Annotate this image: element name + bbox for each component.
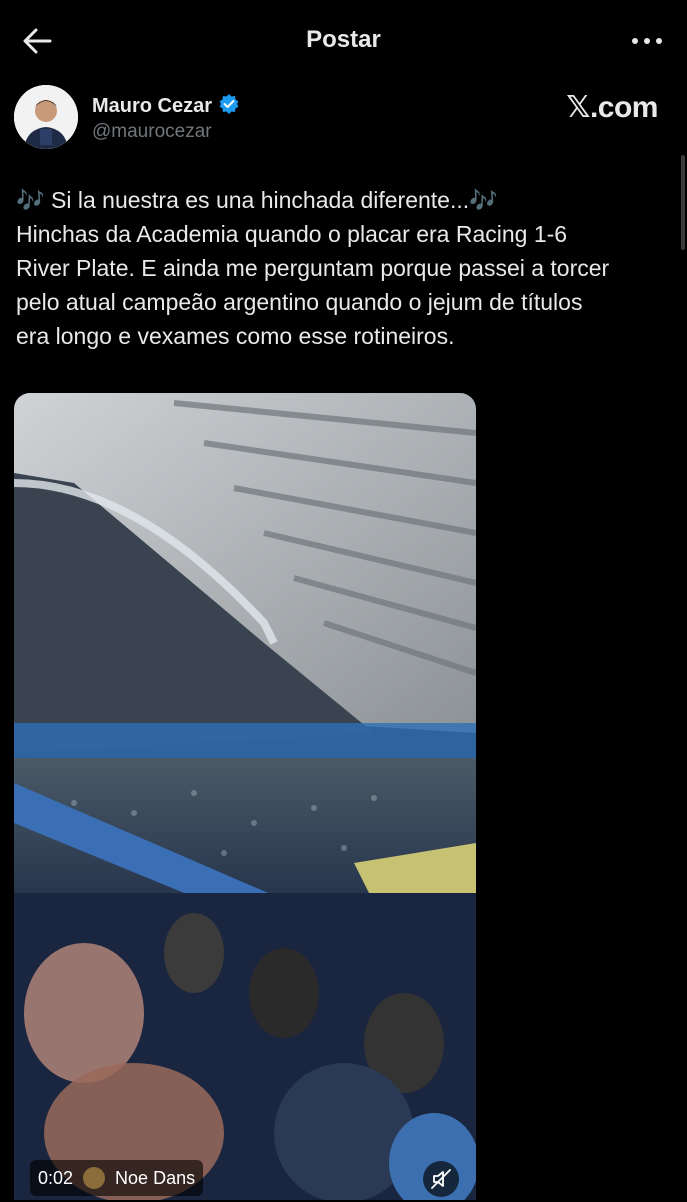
video-time: 0:02 — [38, 1167, 74, 1188]
author-name[interactable]: Mauro Cezar — [92, 95, 212, 118]
post-text: 🎶 Si la nuestra es una hinchada diferent… — [16, 183, 666, 353]
top-bar: Postar — [0, 0, 687, 80]
post-line: Hinchas da Academia quando o placar era … — [16, 221, 568, 247]
verified-badge-icon — [218, 93, 240, 120]
post-line: River Plate. E ainda me perguntam porque… — [16, 255, 610, 281]
author-name-row: Mauro Cezar — [92, 93, 240, 120]
post-line: 🎶 Si la nuestra es una hinchada diferent… — [16, 187, 498, 213]
stadium-crowd-video-frame — [14, 393, 476, 1200]
x-com-logo: 𝕏.com — [566, 91, 658, 124]
post-line: pelo atual campeão argentino quando o je… — [16, 289, 583, 315]
post-line: era longo e vexames como esse rotineiros… — [16, 323, 455, 349]
video-player[interactable] — [14, 393, 476, 1200]
mute-toggle-icon[interactable] — [423, 1161, 459, 1197]
page-title: Postar — [306, 26, 381, 53]
video-timestamp-bar: 0:02 Noe Dans — [30, 1160, 204, 1196]
post-header: Mauro Cezar @maurocezar 𝕏.com — [14, 85, 674, 155]
more-options-icon[interactable] — [627, 26, 667, 56]
audio-avatar-icon — [83, 1167, 106, 1189]
scroll-indicator[interactable] — [681, 155, 685, 250]
author-handle[interactable]: @maurocezar — [92, 121, 212, 143]
audio-label: Noe Dans — [115, 1167, 196, 1188]
avatar[interactable] — [14, 85, 78, 149]
